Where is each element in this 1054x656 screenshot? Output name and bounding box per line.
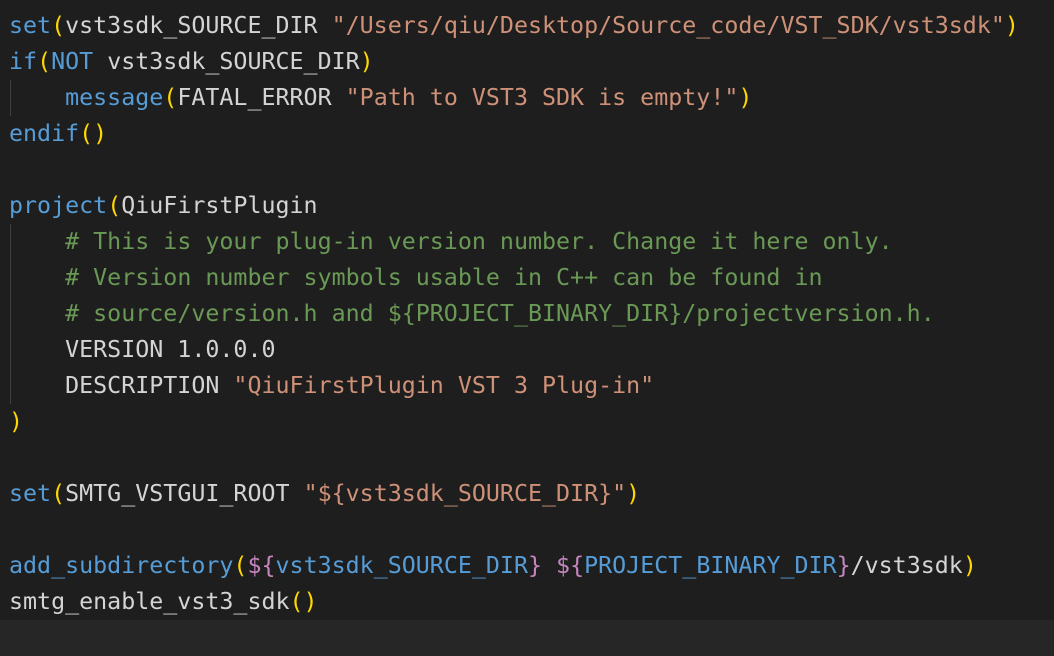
code-token: /vst3sdk [850, 552, 963, 579]
code-token: VERSION 1.0.0.0 [9, 336, 276, 363]
code-token: ) [626, 480, 641, 507]
indent-guide [10, 332, 11, 368]
code-line[interactable] [0, 152, 1054, 188]
code-token: ) [1004, 12, 1019, 39]
code-line[interactable]: set(SMTG_VSTGUI_ROOT "${vst3sdk_SOURCE_D… [0, 476, 1054, 512]
code-line[interactable]: if(NOT vst3sdk_SOURCE_DIR) [0, 44, 1054, 80]
code-line[interactable]: DESCRIPTION "QiuFirstPlugin VST 3 Plug-i… [0, 368, 1054, 404]
code-token: ) [738, 84, 753, 111]
code-token: add_subdirectory [9, 552, 234, 579]
code-line[interactable]: # This is your plug-in version number. C… [0, 224, 1054, 260]
indent-guide [10, 224, 11, 260]
code-line[interactable]: ) [0, 404, 1054, 440]
code-token: vst3sdk_SOURCE_DIR [93, 48, 360, 75]
code-token: "Path to VST3 SDK is empty!" [345, 84, 739, 111]
code-line[interactable]: VERSION 1.0.0.0 [0, 332, 1054, 368]
code-token: ( [51, 480, 66, 507]
code-line[interactable]: # Version number symbols usable in C++ c… [0, 260, 1054, 296]
code-token: ) [962, 552, 977, 579]
code-line[interactable]: project(QiuFirstPlugin [0, 188, 1054, 224]
code-token: "QiuFirstPlugin VST 3 Plug-in" [233, 372, 655, 399]
code-token: vst3sdk_SOURCE_DIR [65, 12, 332, 39]
code-line[interactable]: set(vst3sdk_SOURCE_DIR "/Users/qiu/Deskt… [0, 8, 1054, 44]
code-token: "${vst3sdk_SOURCE_DIR}" [303, 480, 627, 507]
code-token: # Version number symbols usable in C++ c… [65, 264, 823, 291]
code-token: ) [9, 408, 24, 435]
code-editor[interactable]: set(vst3sdk_SOURCE_DIR "/Users/qiu/Deskt… [0, 8, 1054, 656]
code-token: FATAL_ERROR [177, 84, 346, 111]
code-token: ) [359, 48, 374, 75]
code-line[interactable]: add_subdirectory(${vst3sdk_SOURCE_DIR} $… [0, 548, 1054, 584]
code-line[interactable]: smtg_enable_vst3_sdk() [0, 584, 1054, 620]
code-token: project [9, 192, 108, 219]
code-token: ${ [556, 552, 585, 579]
code-token: smtg_enable_vst3_sdk [9, 588, 290, 615]
code-token: SMTG_VSTGUI_ROOT [65, 480, 304, 507]
code-token: ( [163, 84, 178, 111]
code-line[interactable]: # source/version.h and ${PROJECT_BINARY_… [0, 296, 1054, 332]
code-line[interactable] [0, 512, 1054, 548]
code-token: } [836, 552, 851, 579]
indent-guide [10, 260, 11, 296]
code-token: ( [37, 48, 52, 75]
code-token: QiuFirstPlugin [121, 192, 318, 219]
code-token: # This is your plug-in version number. C… [65, 228, 893, 255]
code-line[interactable]: endif() [0, 116, 1054, 152]
code-line[interactable] [0, 440, 1054, 476]
code-token: set [9, 480, 52, 507]
code-token: DESCRIPTION [9, 372, 234, 399]
code-line[interactable]: message(FATAL_ERROR "Path to VST3 SDK is… [0, 80, 1054, 116]
code-token: } [527, 552, 543, 579]
code-token: ${ [247, 552, 276, 579]
code-token: () [289, 588, 318, 615]
indent-guide [10, 296, 11, 332]
code-token: if [9, 48, 38, 75]
indent-guide [10, 368, 11, 404]
code-token: PROJECT_BINARY_DIR [584, 552, 837, 579]
code-token: () [79, 120, 108, 147]
code-token: message [65, 84, 164, 111]
code-token: NOT [51, 48, 94, 75]
code-token: "/Users/qiu/Desktop/Source_code/VST_SDK/… [331, 12, 1005, 39]
code-line[interactable] [0, 620, 1054, 656]
code-token: ( [51, 12, 66, 39]
code-token: endif [9, 120, 80, 147]
code-token: vst3sdk_SOURCE_DIR [275, 552, 528, 579]
code-token: # source/version.h and ${PROJECT_BINARY_… [65, 300, 935, 327]
code-token: set [9, 12, 52, 39]
code-token: ( [107, 192, 122, 219]
indent-guide [10, 80, 11, 116]
code-token: ( [233, 552, 248, 579]
